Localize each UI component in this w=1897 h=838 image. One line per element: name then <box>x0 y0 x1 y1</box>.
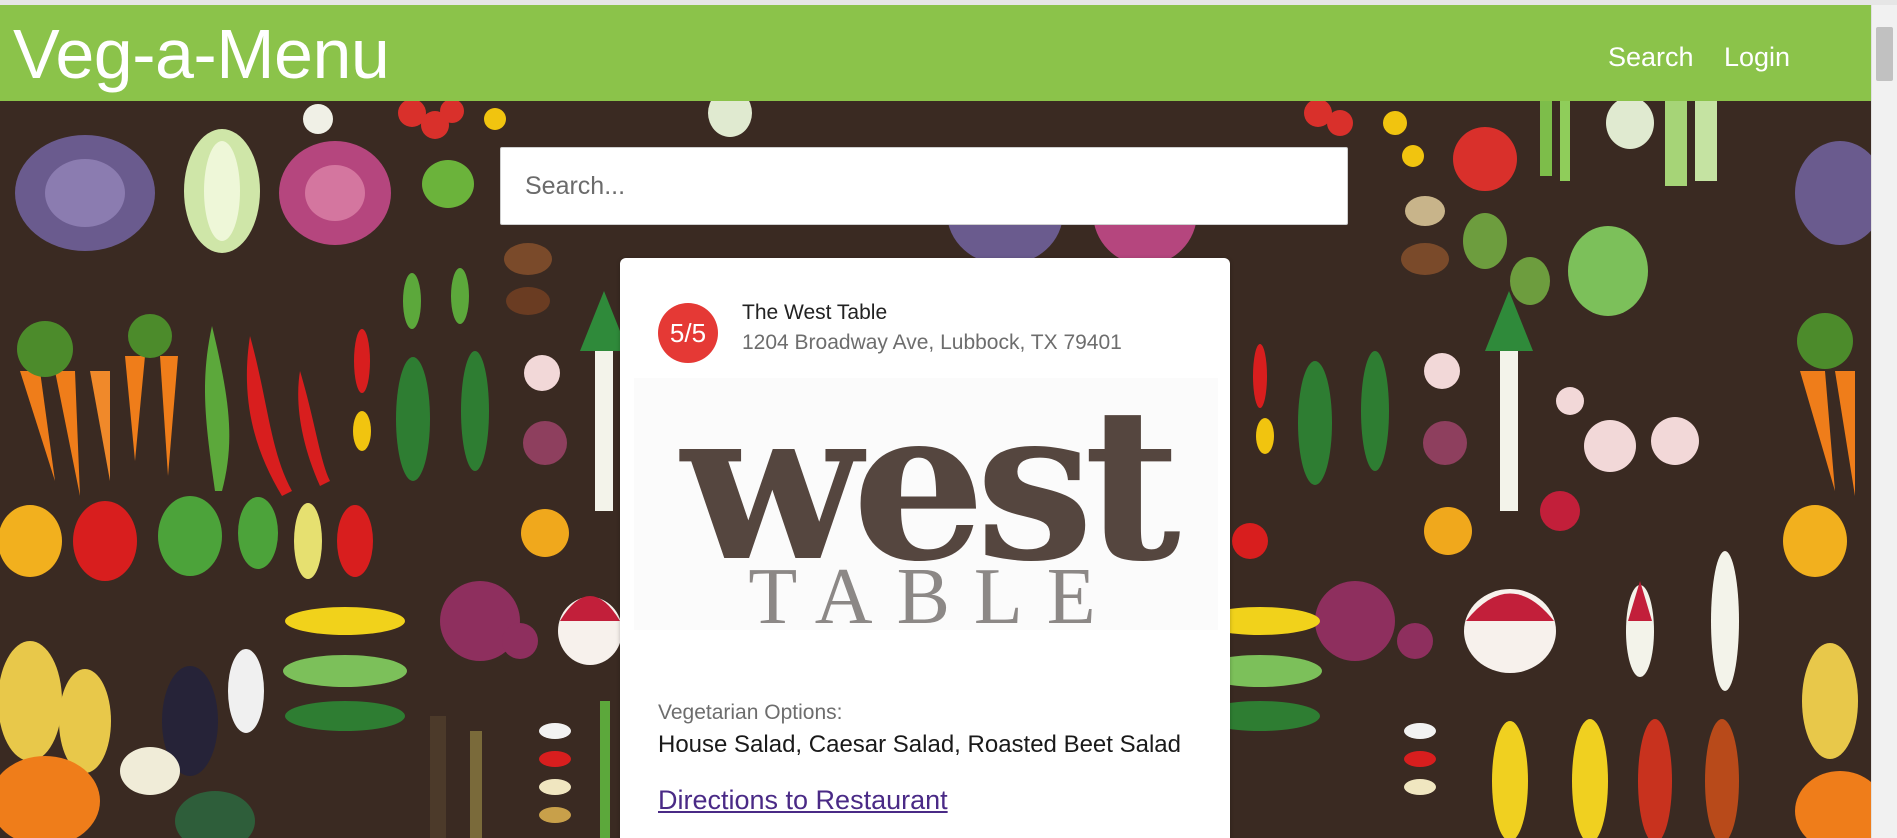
vegetarian-options-list: House Salad, Caesar Salad, Roasted Beet … <box>658 731 1181 758</box>
restaurant-logo: west TABLE <box>634 378 1218 630</box>
restaurant-address: 1204 Broadway Ave, Lubbock, TX 79401 <box>742 331 1122 354</box>
vertical-scrollbar[interactable] <box>1871 5 1897 838</box>
logo-word-table: TABLE <box>748 553 1119 630</box>
rating-badge: 5/5 <box>658 303 718 363</box>
vegetarian-options-label: Vegetarian Options: <box>658 701 843 724</box>
nav-login-link[interactable]: Login <box>1724 42 1790 73</box>
restaurant-name: The West Table <box>742 301 888 324</box>
west-table-logo-icon: west TABLE <box>679 378 1190 630</box>
directions-link[interactable]: Directions to Restaurant <box>658 785 948 816</box>
navbar: Veg-a-Menu Search Login <box>0 5 1871 101</box>
restaurant-card: 5/5 The West Table 1204 Broadway Ave, Lu… <box>620 258 1230 838</box>
page: Veg-a-Menu Search Login Search... 5/5 Th… <box>0 0 1897 838</box>
brand-logo[interactable]: Veg-a-Menu <box>13 19 390 89</box>
nav-search-link[interactable]: Search <box>1608 42 1694 73</box>
search-input[interactable] <box>500 147 1348 225</box>
scrollbar-thumb[interactable] <box>1876 27 1893 81</box>
